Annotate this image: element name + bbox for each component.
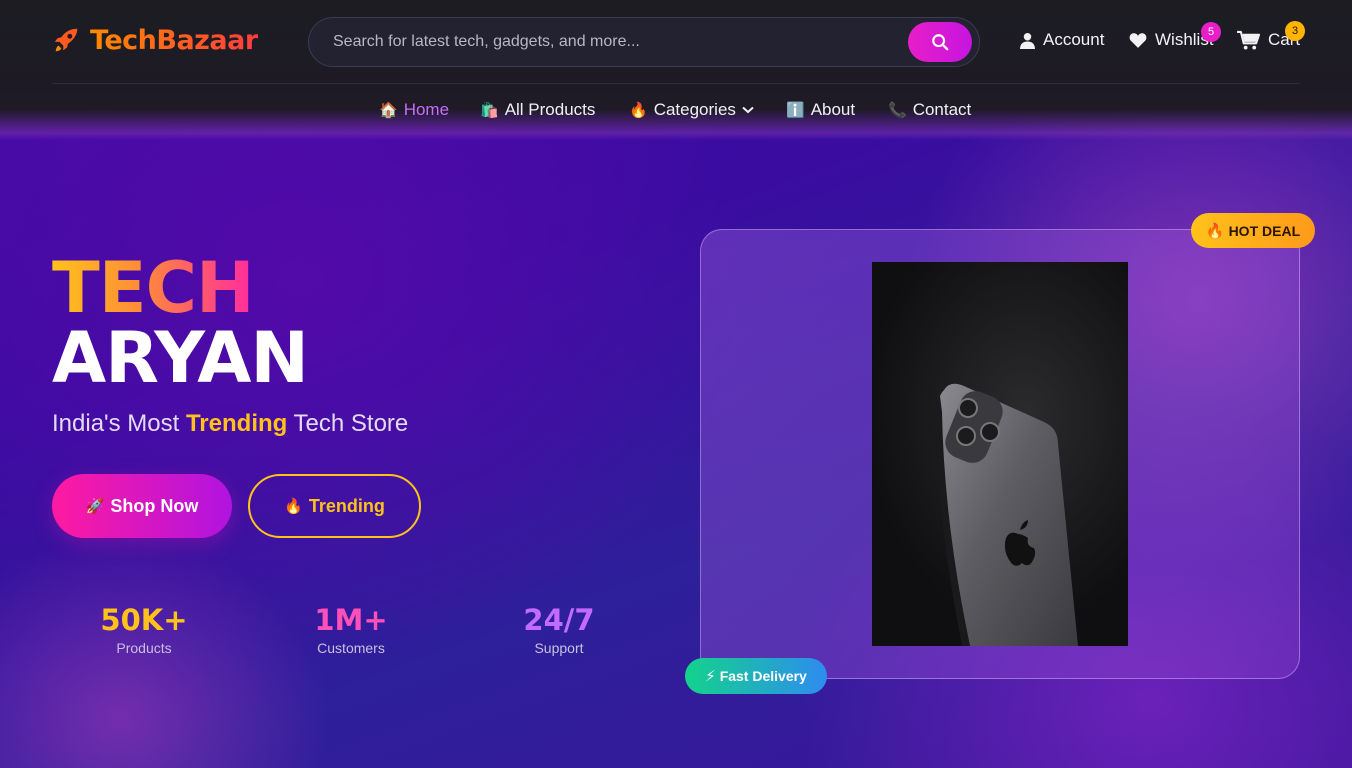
brand-logo[interactable]: TechBazaar — [52, 24, 258, 56]
search-button[interactable] — [908, 22, 972, 62]
hot-deal-label: HOT DEAL — [1228, 222, 1301, 239]
search-input[interactable] — [333, 18, 893, 66]
nav-categories-label: Categories — [653, 100, 736, 119]
trending-label: Trending — [308, 495, 385, 516]
home-icon: 🏠 — [379, 101, 398, 119]
hot-deal-badge: 🔥 HOT DEAL — [1191, 213, 1315, 248]
main-nav: 🏠 Home 🛍️ All Products 🔥 Categories ℹ️ A… — [0, 100, 1352, 124]
nav-all-products[interactable]: 🛍️ All Products — [480, 100, 595, 120]
hero-title-line2: ARYAN — [52, 317, 309, 399]
stat-value: 1M+ — [314, 603, 388, 637]
nav-about-label: About — [810, 100, 856, 119]
account-label: Account — [1043, 30, 1105, 49]
hero-subtitle-highlight: Trending — [185, 410, 288, 437]
fire-icon: 🔥 — [284, 497, 303, 515]
brand-name: TechBazaar — [90, 24, 258, 56]
phone-icon: 📞 — [888, 101, 907, 119]
stat-label: Customers — [317, 640, 385, 656]
fire-icon: 🔥 — [629, 101, 648, 119]
stat-label: Products — [116, 640, 172, 656]
wishlist-count-badge: 5 — [1201, 22, 1221, 42]
search-icon — [932, 34, 949, 51]
nav-about[interactable]: ℹ️ About — [786, 100, 855, 120]
chevron-down-icon — [742, 106, 754, 114]
search-bar — [308, 17, 980, 67]
cart-icon — [1237, 30, 1260, 50]
smartphone-product-image[interactable] — [872, 262, 1128, 646]
nav-contact-label: Contact — [912, 100, 972, 119]
stat-products: 50K+ Products — [64, 602, 224, 656]
hero-subtitle-post: Tech Store — [287, 410, 409, 437]
stat-value: 24/7 — [523, 603, 595, 637]
hero-subtitle-pre: India's Most — [52, 410, 186, 437]
fast-delivery-badge: ⚡ Fast Delivery — [685, 658, 827, 694]
site-header: TechBazaar Account Wishlist 5 Ca — [0, 0, 1352, 140]
fast-delivery-label: Fast Delivery — [719, 668, 807, 684]
cart-count-badge: 3 — [1285, 21, 1305, 41]
lightning-icon: ⚡ — [705, 667, 716, 685]
hero-title-line1: TECH — [52, 247, 255, 329]
user-icon — [1020, 32, 1035, 49]
stat-support: 24/7 Support — [479, 602, 639, 656]
shopping-bags-icon: 🛍️ — [480, 101, 499, 119]
account-link[interactable]: Account — [1020, 30, 1104, 50]
stat-value: 50K+ — [100, 603, 188, 637]
info-icon: ℹ️ — [786, 101, 805, 119]
rocket-icon — [54, 28, 78, 52]
nav-all-products-label: All Products — [504, 100, 596, 119]
nav-contact[interactable]: 📞 Contact — [888, 100, 971, 120]
nav-categories[interactable]: 🔥 Categories — [629, 100, 754, 120]
nav-home-label: Home — [403, 100, 450, 119]
heart-icon — [1129, 33, 1147, 48]
nav-home[interactable]: 🏠 Home — [379, 100, 449, 120]
rocket-icon: 🚀 — [85, 497, 105, 515]
stat-customers: 1M+ Customers — [271, 602, 431, 656]
smartphone-icon — [934, 383, 1078, 646]
trending-button[interactable]: 🔥 Trending — [248, 474, 421, 538]
shop-now-label: Shop Now — [110, 495, 199, 516]
shop-now-button[interactable]: 🚀 Shop Now — [52, 474, 232, 538]
hero-subtitle: India's Most Trending Tech Store — [52, 410, 408, 438]
stat-label: Support — [534, 640, 584, 656]
header-divider — [52, 83, 1300, 84]
fire-icon: 🔥 — [1205, 221, 1225, 240]
